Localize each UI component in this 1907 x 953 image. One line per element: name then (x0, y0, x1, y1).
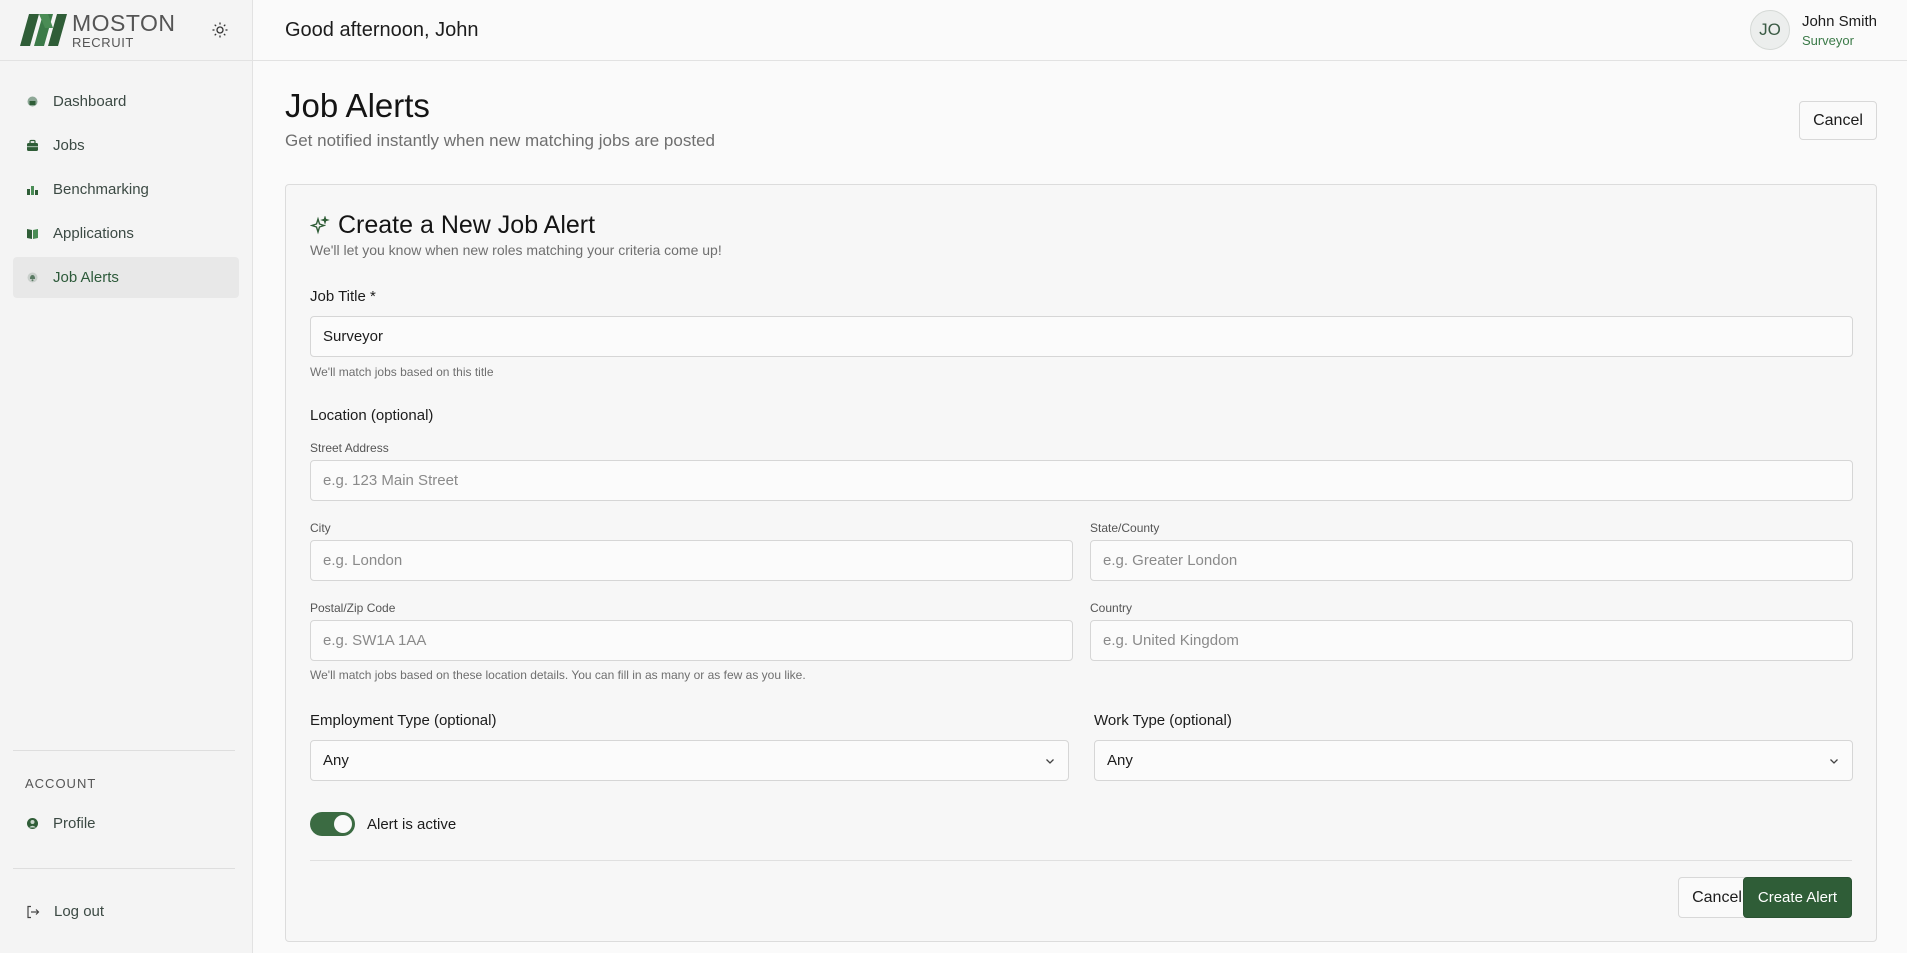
sidebar-item-label: Applications (53, 225, 134, 242)
logout-label: Log out (54, 903, 105, 920)
sidebar-item-label: Benchmarking (53, 181, 149, 198)
location-label: Location (optional) (310, 407, 434, 424)
logo-row: MOSTON RECRUIT (0, 0, 252, 61)
country-input[interactable] (1090, 620, 1853, 661)
form-title: Create a New Job Alert (310, 211, 595, 240)
user-menu[interactable]: JO John Smith Surveyor (1749, 10, 1877, 50)
sidebar-divider (13, 750, 235, 751)
sidebar-item-jobs[interactable]: Jobs (13, 125, 239, 166)
job-title-input[interactable] (310, 316, 1853, 357)
page-subtitle: Get notified instantly when new matching… (285, 131, 715, 150)
sidebar-item-benchmarking[interactable]: Benchmarking (13, 169, 239, 210)
sidebar-nav: Dashboard Jobs Benchmarking Applications… (0, 81, 252, 298)
user-name: John Smith (1801, 12, 1877, 30)
account-heading: ACCOUNT (25, 776, 97, 791)
form-divider (310, 860, 1852, 861)
profile-icon (27, 818, 38, 829)
form-subtitle: We'll let you know when new roles matchi… (310, 242, 722, 258)
state-label: State/County (1090, 521, 1160, 535)
employment-type-label: Employment Type (optional) (310, 712, 497, 729)
alert-active-toggle[interactable] (310, 812, 355, 836)
greeting: Good afternoon, John (285, 19, 479, 41)
sidebar-item-applications[interactable]: Applications (13, 213, 239, 254)
city-label: City (310, 521, 331, 535)
employment-type-value: Any (323, 752, 349, 769)
logo-line1: MOSTON (72, 9, 176, 36)
alert-active-label: Alert is active (367, 815, 457, 833)
bell-icon (27, 272, 38, 283)
cancel-button[interactable]: Cancel (1799, 101, 1877, 140)
job-title-hint: We'll match jobs based on this title (310, 365, 494, 379)
sidebar-item-label: Job Alerts (53, 269, 119, 286)
postal-code-input[interactable] (310, 620, 1073, 661)
create-alert-form: Create a New Job Alert We'll let you kno… (285, 184, 1877, 942)
user-role: Surveyor (1801, 32, 1854, 48)
create-alert-button[interactable]: Create Alert (1743, 877, 1852, 918)
sidebar-divider (13, 868, 235, 869)
briefcase-icon (27, 139, 38, 151)
work-type-value: Any (1107, 752, 1133, 769)
location-hint: We'll match jobs based on these location… (310, 668, 806, 682)
theme-toggle-button[interactable] (210, 20, 230, 40)
logout-button[interactable]: Log out (26, 903, 104, 920)
user-info: John Smith Surveyor (1802, 13, 1877, 48)
chevron-down-icon (1830, 758, 1838, 764)
moston-logo-icon (20, 14, 67, 46)
job-title-label: Job Title * (310, 288, 376, 305)
page-title: Job Alerts (285, 87, 430, 124)
bar-chart-icon (27, 186, 38, 195)
sun-icon (212, 22, 228, 38)
work-type-label: Work Type (optional) (1094, 712, 1232, 729)
active-toggle-row: Alert is active (310, 812, 456, 836)
sidebar-item-job-alerts[interactable]: Job Alerts (13, 257, 239, 298)
sidebar-item-label: Dashboard (53, 93, 127, 110)
sidebar-item-dashboard[interactable]: Dashboard (13, 81, 239, 122)
sidebar-item-label: Profile (53, 815, 96, 832)
avatar: JO (1749, 10, 1790, 50)
employment-type-select[interactable]: Any (310, 740, 1069, 781)
street-address-input[interactable] (310, 460, 1853, 501)
street-label: Street Address (310, 441, 389, 455)
sidebar-item-label: Jobs (53, 137, 85, 154)
logo-line2: RECRUIT (72, 34, 134, 50)
logo-text: MOSTON RECRUIT (72, 9, 176, 50)
top-header: Good afternoon, John JO John Smith Surve… (253, 0, 1907, 61)
chevron-down-icon (1046, 758, 1054, 764)
book-icon (27, 229, 38, 239)
main-content: Job Alerts Get notified instantly when n… (253, 61, 1907, 953)
form-title-text: Create a New Job Alert (338, 211, 596, 239)
sidebar-item-profile[interactable]: Profile (13, 803, 236, 844)
logout-icon (27, 905, 40, 918)
city-input[interactable] (310, 540, 1073, 581)
postal-label: Postal/Zip Code (310, 601, 396, 615)
toggle-knob (334, 815, 352, 833)
work-type-select[interactable]: Any (1094, 740, 1853, 781)
state-input[interactable] (1090, 540, 1853, 581)
dashboard-icon (27, 96, 38, 107)
country-label: Country (1090, 601, 1133, 615)
sparkle-icon (310, 215, 330, 234)
sidebar: MOSTON RECRUIT Dashboard Jobs Benchmarki… (0, 0, 253, 953)
